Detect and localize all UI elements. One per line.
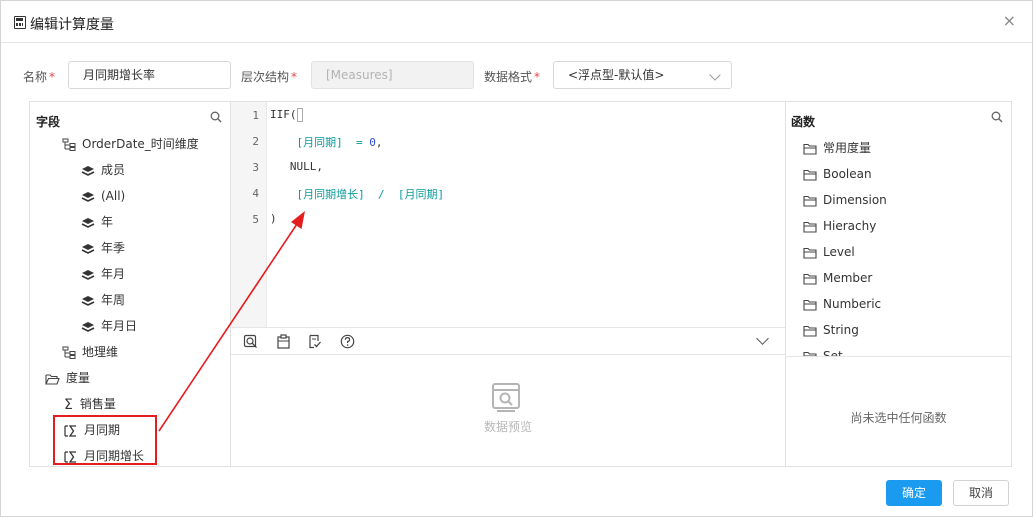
expression-editor-panel: 1 2 3 4 5 IIF( [月同期] = 0, NULL, [月同期增长] … [230,101,786,467]
layers-icon [81,269,95,280]
format-select-value: <浮点型-默认值> [568,68,665,82]
code-editor[interactable]: 1 2 3 4 5 IIF( [月同期] = 0, NULL, [月同期增长] … [231,102,785,327]
chevron-down-icon [709,69,721,81]
line-number: 2 [252,135,259,148]
tree-item-year-month-day[interactable]: 年月日 [81,316,137,336]
fields-panel: 字段 OrderDate_时间维度 成员 (All) 年 年季 年月 年周 年月… [29,101,231,467]
function-category-boolean[interactable]: Boolean [803,164,872,184]
hierarchy-label: 层次结构 * [241,70,298,84]
layers-icon [81,321,95,332]
hierarchy-icon [62,346,76,359]
function-category-dimension[interactable]: Dimension [803,190,887,210]
bracket-match [296,108,303,122]
tree-item-year-week[interactable]: 年周 [81,290,125,310]
form-row: 名称 * 月同期增长率 层次结构 * [Measures] 数据格式 * <浮点型-默… [1,61,1032,89]
tree-item-all[interactable]: (All) [81,186,125,206]
functions-panel-title: 函数 [791,115,816,129]
functions-panel: 函数 常用度量 Boolean Dimension Hierachy Level… [785,101,1012,467]
folder-icon [803,325,817,337]
tree-item-measures[interactable]: 度量 [45,368,90,388]
layers-icon [81,191,95,202]
help-icon[interactable] [340,334,355,349]
function-category-member[interactable]: Member [803,268,872,288]
layers-icon [81,243,95,254]
layers-icon [81,295,95,306]
query-icon[interactable] [243,334,258,349]
folder-icon [803,247,817,259]
tree-item-year[interactable]: 年 [81,212,113,232]
hierarchy-icon [62,138,76,151]
search-icon[interactable] [210,111,222,123]
no-function-selected-text: 尚未选中任何函数 [850,411,947,425]
sigma-icon: Σ [64,396,73,413]
format-select[interactable]: <浮点型-默认值> [553,61,732,89]
search-icon[interactable] [991,111,1003,123]
tree-item-year-month[interactable]: 年月 [81,264,125,284]
cancel-button[interactable]: 取消 [953,480,1009,506]
data-preview-area: 数据预览 [231,355,785,466]
function-category-set[interactable]: Set [803,346,843,356]
function-category-level[interactable]: Level [803,242,855,262]
tree-item-year-quarter[interactable]: 年季 [81,238,125,258]
dialog-titlebar: 编辑计算度量 × [1,1,1032,43]
dialog-title: 编辑计算度量 [30,17,114,33]
folder-icon [803,273,817,285]
editor-toolbar [231,327,785,355]
line-number: 1 [252,109,259,122]
function-list: 函数 常用度量 Boolean Dimension Hierachy Level… [786,102,1011,357]
edit-calculated-measure-dialog: 编辑计算度量 × 名称 * 月同期增长率 层次结构 * [Measures] 数据格… [0,0,1033,517]
code-line-1: IIF( [270,108,303,122]
name-input[interactable]: 月同期增长率 [68,61,231,89]
line-number: 3 [252,161,259,174]
data-preview-label: 数据预览 [483,420,532,434]
tree-item-geo[interactable]: 地理维 [62,342,118,362]
function-category-numeric[interactable]: Numberic [803,294,881,314]
folder-open-icon [45,373,60,385]
folder-icon [803,351,817,356]
tree-item-orderdate[interactable]: OrderDate_时间维度 [62,134,199,154]
line-number: 4 [252,187,259,200]
code-line-5: ) [270,212,277,225]
function-category-string[interactable]: String [803,320,859,340]
code-line-2: [月同期] = 0, [296,136,383,149]
layers-icon [81,165,95,176]
annotation-highlight-box [53,415,157,465]
line-number-gutter: 1 2 3 4 5 [231,102,267,327]
function-category-common[interactable]: 常用度量 [803,138,871,158]
layers-icon [81,217,95,228]
folder-icon [803,299,817,311]
calculator-icon [14,16,26,29]
code-line-4: [月同期增长] / [月同期] [296,188,445,201]
fields-panel-title: 字段 [36,115,61,129]
ok-button[interactable]: 确定 [886,480,942,506]
folder-icon [803,195,817,207]
name-label: 名称 * [23,70,56,84]
format-label: 数据格式 * [484,70,541,84]
hierarchy-input: [Measures] [311,61,474,89]
tree-item-sales[interactable]: Σ 销售量 [64,394,116,414]
clipboard-icon[interactable] [276,334,291,349]
folder-icon [803,169,817,181]
data-preview-icon [492,383,520,412]
tree-item-members[interactable]: 成员 [81,160,125,180]
close-icon[interactable]: × [1003,12,1016,30]
chevron-down-icon[interactable] [756,332,769,345]
function-category-hierarchy[interactable]: Hierachy [803,216,876,236]
check-format-icon[interactable] [307,334,322,349]
folder-icon [803,221,817,233]
code-line-3: NULL, [289,160,323,173]
folder-icon [803,143,817,155]
line-number: 5 [252,213,259,226]
